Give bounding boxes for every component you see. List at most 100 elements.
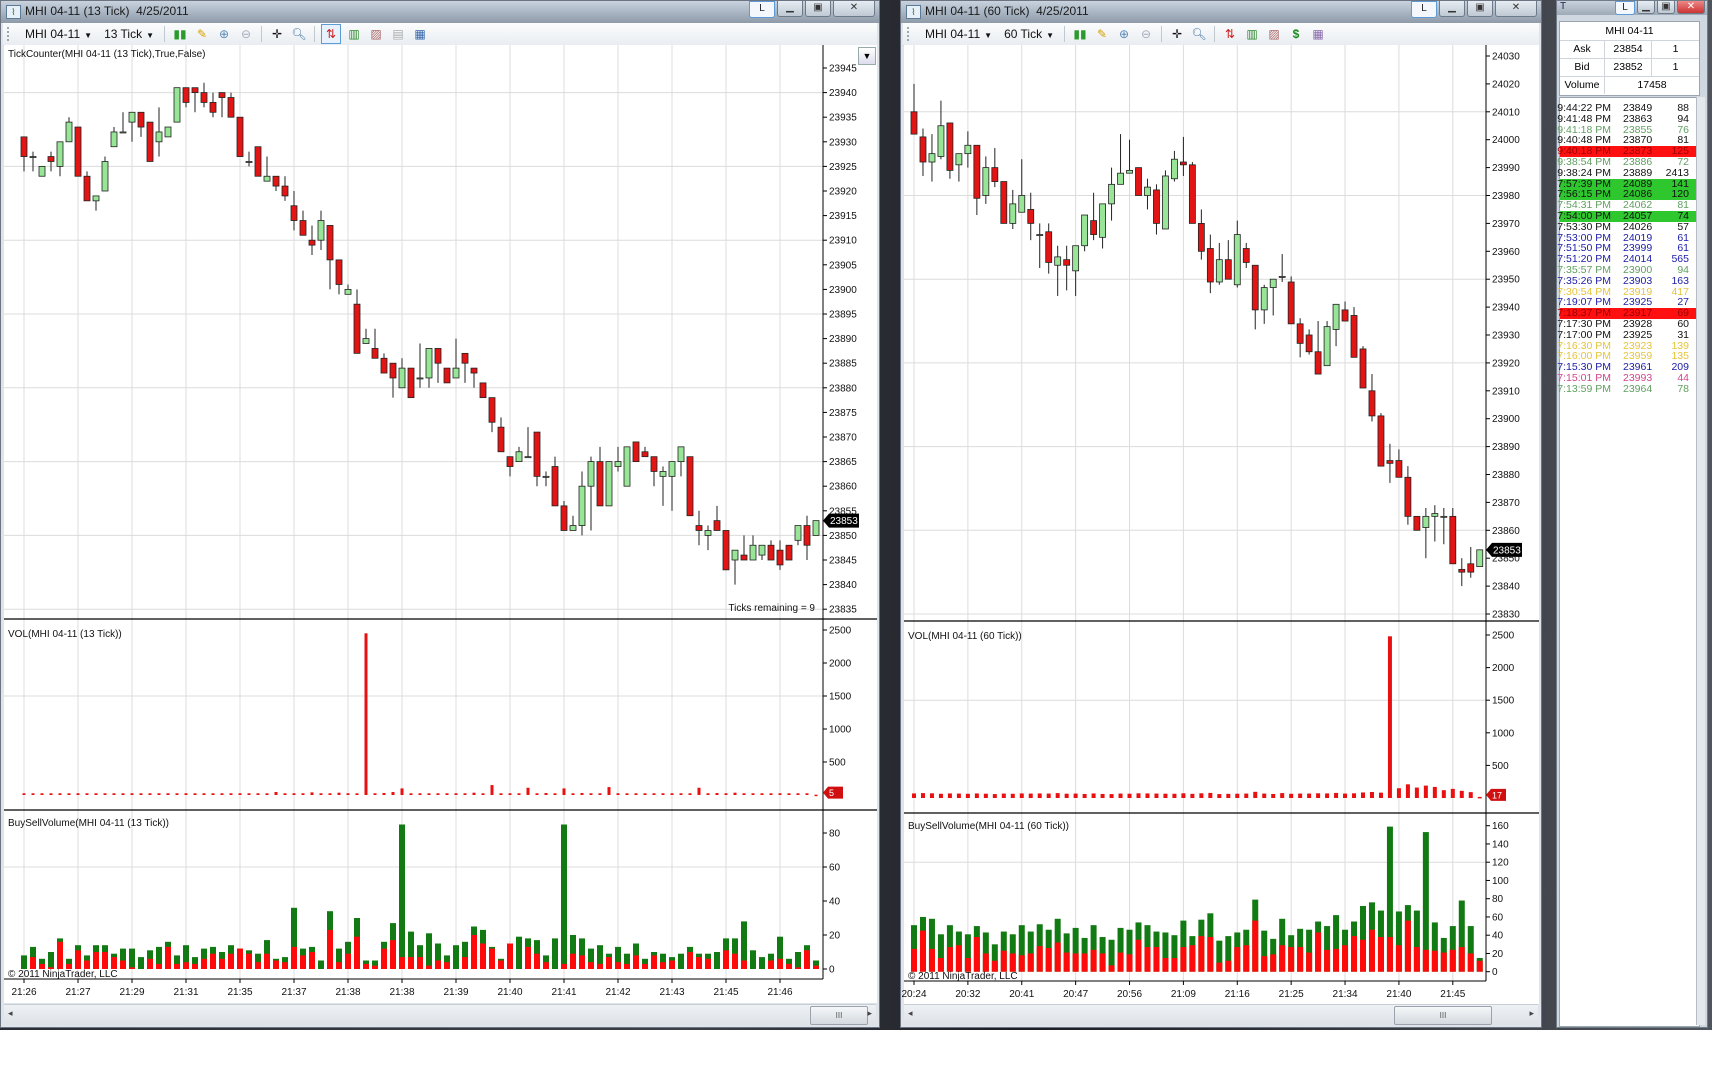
sell-volume-bar — [937, 958, 944, 972]
ticks-remaining-label: Ticks remaining = 9 — [728, 603, 815, 614]
candle-body-down — [1458, 568, 1466, 573]
volume-bar — [1414, 787, 1419, 798]
ask-label: Ask — [1560, 40, 1605, 58]
trade-time: 9:41:48 PM — [1557, 112, 1611, 125]
trade-row[interactable]: 7:17:00 PM 23925 31 — [1557, 329, 1697, 341]
horizontal-scrollbar[interactable]: ◂ III ▸ — [4, 1004, 876, 1025]
candle[interactable] — [173, 87, 181, 123]
time-axis-label: 21:42 — [605, 987, 630, 998]
candle-body-up — [515, 451, 523, 463]
trade-size: 163 — [1671, 274, 1689, 287]
candle-body-down — [20, 136, 28, 157]
candle[interactable] — [812, 520, 820, 536]
volume-bar — [1307, 793, 1312, 798]
close-icon[interactable]: ✕ — [1677, 1, 1705, 14]
vertical-scrollbar[interactable] — [1696, 97, 1705, 1025]
scroll-thumb[interactable]: III — [1394, 1006, 1492, 1025]
scroll-left-icon[interactable]: ◂ — [908, 1008, 913, 1019]
candle-body-down — [488, 397, 496, 423]
trade-row[interactable]: 7:13:59 PM 23964 78 — [1557, 383, 1697, 395]
sell-volume-bar — [498, 960, 504, 969]
candle-body-up — [155, 131, 163, 143]
minimize-icon[interactable]: ▁ — [1637, 1, 1655, 14]
sell-volume-bar — [1135, 939, 1142, 972]
candle[interactable] — [479, 382, 487, 399]
volume-bar — [301, 793, 305, 795]
price-axis-label: 23920 — [1492, 358, 1520, 369]
candle[interactable] — [101, 156, 109, 192]
sell-volume-bar — [1458, 947, 1465, 972]
sell-volume-bar — [1270, 954, 1277, 972]
candle[interactable] — [407, 367, 415, 399]
volume-bar — [1064, 793, 1069, 798]
candle[interactable] — [1000, 181, 1008, 224]
candle[interactable] — [164, 126, 172, 138]
link-button[interactable]: L — [1615, 1, 1635, 15]
candle-body-down — [803, 525, 811, 546]
candle-body-down — [551, 466, 559, 507]
candle[interactable] — [1359, 346, 1367, 389]
chart-60-tick[interactable]: 20:24 20:32 20:41 20:47 20:56 21:09 21:16 21:25… — [901, 1, 1541, 1004]
sell-volume-bar — [57, 941, 63, 969]
title-bar[interactable]: T L ▁ ▣ ✕ — [1557, 1, 1707, 15]
sell-volume-bar — [723, 950, 729, 969]
candle[interactable] — [1413, 515, 1421, 531]
candle[interactable] — [605, 461, 613, 507]
horizontal-scrollbar[interactable]: ◂ III ▸ — [904, 1004, 1538, 1025]
scroll-right-icon[interactable]: ▸ — [1529, 1008, 1534, 1019]
candle-body-down — [1242, 248, 1250, 263]
candle[interactable] — [785, 544, 793, 561]
candle[interactable] — [146, 121, 154, 162]
sell-volume-bar — [201, 958, 207, 969]
candle[interactable] — [1323, 321, 1331, 367]
candle[interactable] — [946, 122, 954, 179]
buy-volume-bar — [21, 955, 27, 969]
sell-volume-bar — [165, 946, 171, 969]
candle[interactable] — [1377, 413, 1385, 467]
volume-bar — [1352, 793, 1357, 798]
volume-bar — [1100, 793, 1105, 798]
trade-row[interactable]: 7:53:30 PM 24026 57 — [1557, 221, 1697, 233]
candle[interactable] — [38, 165, 46, 177]
trade-row[interactable]: 9:38:24 PM 23889 2413 — [1557, 167, 1697, 179]
candle[interactable] — [1287, 276, 1295, 325]
candle[interactable] — [236, 116, 244, 157]
maximize-icon[interactable]: ▣ — [1657, 1, 1675, 14]
sell-volume-bar — [1009, 953, 1016, 972]
candle[interactable] — [722, 530, 730, 571]
scroll-left-icon[interactable]: ◂ — [8, 1008, 13, 1019]
price-axis-label: 23870 — [1492, 498, 1520, 509]
trades-list[interactable]: 9:44:22 PM 23849 88 9:41:48 PM 23863 94 9:41:1… — [1557, 97, 1700, 1027]
candle[interactable] — [686, 456, 694, 517]
candle[interactable] — [1162, 170, 1169, 230]
candle[interactable] — [632, 441, 640, 463]
scroll-right-icon[interactable]: ▸ — [867, 1008, 872, 1019]
trade-row[interactable]: 9:41:48 PM 23863 94 — [1557, 112, 1697, 125]
volume-bar — [364, 633, 368, 795]
candle-body-down — [443, 367, 451, 384]
candle-body-down — [74, 126, 82, 177]
candle[interactable] — [1449, 507, 1457, 565]
volume-bar — [1271, 793, 1276, 798]
scroll-thumb[interactable]: III — [810, 1006, 868, 1025]
sell-volume-bar — [741, 960, 747, 969]
candle[interactable] — [623, 446, 631, 487]
candle[interactable] — [443, 367, 451, 384]
candle[interactable] — [1476, 549, 1484, 567]
candle[interactable] — [1188, 162, 1196, 224]
trade-row[interactable]: 7:35:26 PM 23903 163 — [1557, 274, 1697, 287]
trade-time: 7:35:26 PM — [1557, 274, 1611, 287]
candle[interactable] — [74, 126, 82, 177]
candle[interactable] — [254, 146, 262, 177]
volume-bar — [778, 793, 782, 795]
market-data-header: MHI 04-11 Ask 23854 1 Bid 23852 1 Volume… — [1559, 21, 1700, 96]
volume-bar — [733, 792, 737, 795]
chart-menu-dropdown-icon[interactable]: ▼ — [858, 47, 876, 65]
candle-body-down — [1251, 264, 1259, 311]
candle-body-down — [1467, 563, 1475, 573]
candle[interactable] — [1135, 167, 1142, 196]
candle[interactable] — [1081, 214, 1089, 252]
chart-13-tick[interactable]: 21:26 21:27 21:29 21:31 21:35 21:37 21:38 21:38… — [1, 1, 879, 1004]
sell-volume-bar — [1117, 952, 1124, 972]
sell-volume-bar — [1036, 946, 1043, 972]
